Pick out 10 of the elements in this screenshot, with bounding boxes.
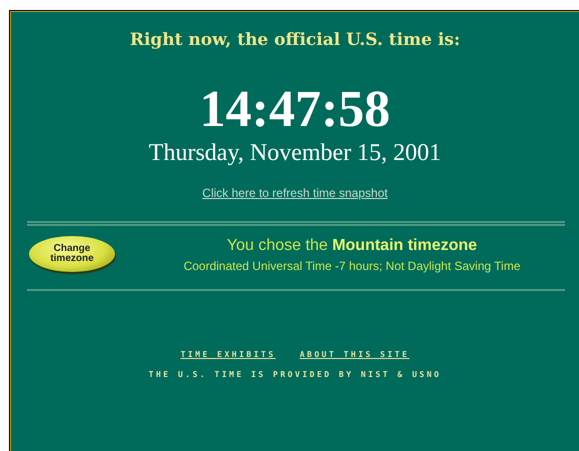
change-timezone-button[interactable]: Change timezone (29, 236, 115, 272)
refresh-link[interactable]: Click here to refresh time snapshot (202, 184, 388, 202)
date-text: Thursday, November 15, 2001 (148, 140, 442, 166)
credit-text: THE U.S. TIME IS PROVIDED BY NIST & USNO (148, 368, 442, 381)
chosen-timezone-text: You chose the Mountain timezone (226, 236, 478, 256)
timezone-detail: Coordinated Universal Time -7 hours; Not Daylight Saving Time (182, 258, 522, 275)
clock-time: 14:47:58 (198, 84, 392, 136)
footer-link[interactable]: ABOUT THIS SITE (300, 348, 410, 361)
heading: Right now, the official U.S. time is: (128, 29, 462, 52)
footer-link[interactable]: TIME EXHIBITS (180, 348, 276, 361)
